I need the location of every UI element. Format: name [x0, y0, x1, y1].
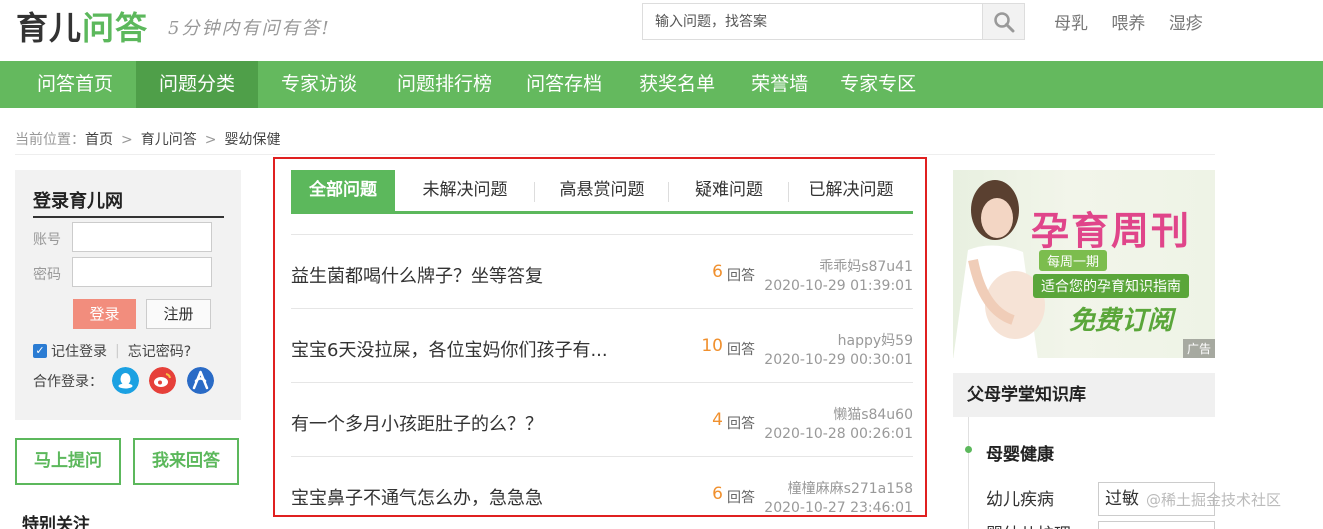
- knowledge-base-title: 父母学堂知识库: [953, 373, 1215, 417]
- logo-part1: 育儿: [16, 9, 83, 47]
- breadcrumb-prefix: 当前位置：: [15, 132, 85, 148]
- renren-login-icon[interactable]: [187, 367, 214, 394]
- login-button[interactable]: 登录: [73, 299, 136, 329]
- question-tabs: 全部问题 未解决问题 高悬赏问题 疑难问题 已解决问题: [291, 170, 913, 214]
- breadcrumb: 当前位置：首页 > 育儿问答 > 婴幼保健: [15, 129, 280, 149]
- question-row: 宝宝6天没拉屎，各位宝妈你们孩子有... 10 回答 happy妈59 2020…: [291, 309, 913, 383]
- question-time: 2020-10-28 00:26:01: [764, 426, 913, 442]
- search-box: [642, 3, 1025, 40]
- ad-title: 孕育周刊: [1031, 208, 1192, 253]
- watermark: @稀土掘金技术社区: [1146, 491, 1282, 509]
- answer-count: 6: [712, 484, 723, 504]
- knowledge-section[interactable]: 母婴健康: [986, 440, 1054, 465]
- question-title[interactable]: 宝宝鼻子不通气怎么办，急急急: [291, 484, 543, 510]
- search-icon: [993, 11, 1014, 32]
- nav-item-home[interactable]: 问答首页: [0, 61, 136, 108]
- password-field[interactable]: [72, 257, 212, 287]
- breadcrumb-current: 婴幼保健: [224, 132, 281, 148]
- ad-cta: 免费订阅: [1069, 306, 1174, 336]
- question-author[interactable]: 懒猫s84u60: [833, 404, 913, 424]
- remember-checkbox[interactable]: ✓: [33, 344, 47, 358]
- nav-item-archive[interactable]: 问答存档: [509, 61, 619, 108]
- ad-line1: 每周一期: [1039, 250, 1108, 271]
- timeline-dot: [965, 446, 972, 453]
- ad-tag: 广告: [1182, 339, 1215, 358]
- question-author[interactable]: happy妈59: [838, 330, 913, 350]
- nav-item-experts[interactable]: 专家专区: [824, 61, 932, 108]
- logo-part2: 问答: [82, 9, 149, 47]
- register-button[interactable]: 注册: [146, 299, 211, 329]
- question-title[interactable]: 有一个多月小孩距肚子的么？？: [291, 410, 543, 436]
- coop-login-label: 合作登录：: [33, 374, 103, 390]
- site-slogan: 5分钟内有问有答!: [168, 18, 331, 39]
- hot-link[interactable]: 母乳: [1054, 14, 1088, 34]
- tab-unresolved[interactable]: 未解决问题: [395, 170, 535, 211]
- hot-link[interactable]: 湿疹: [1169, 14, 1203, 34]
- answer-question-button[interactable]: 我来回答: [133, 438, 239, 485]
- remember-label[interactable]: 记住登录: [51, 341, 107, 361]
- login-panel: 登录育儿网 账号 密码 登录 注册 ✓ 记住登录 | 忘记密码? 合作登录：: [15, 170, 241, 420]
- question-time: 2020-10-27 23:46:01: [764, 500, 913, 516]
- nav-item-categories[interactable]: 问题分类: [136, 61, 259, 108]
- tab-label: 高悬赏问题: [559, 180, 645, 200]
- question-row: 宝宝鼻子不通气怎么办，急急急 6 回答 橦橦麻麻s271a158 2020-10…: [291, 457, 913, 529]
- tab-resolved[interactable]: 已解决问题: [789, 170, 913, 211]
- question-author[interactable]: 乖乖妈s87u41: [819, 256, 913, 276]
- answer-count: 10: [701, 336, 723, 356]
- site-logo[interactable]: 育儿问答: [16, 3, 148, 49]
- question-title[interactable]: 益生菌都喝什么牌子？坐等答复: [291, 262, 543, 288]
- question-time: 2020-10-29 01:39:01: [764, 278, 913, 294]
- nav-item-rankings[interactable]: 问题排行榜: [380, 61, 509, 108]
- divider: |: [115, 343, 120, 359]
- answer-count: 4: [712, 410, 723, 430]
- knowledge-item[interactable]: 婴幼儿护理: [986, 520, 1071, 529]
- tab-high-reward[interactable]: 高悬赏问题: [535, 170, 669, 211]
- answer-count-label: 回答: [727, 342, 755, 358]
- remember-row: ✓ 记住登录 | 忘记密码?: [33, 341, 191, 361]
- pregnant-woman-image: [953, 180, 1045, 358]
- tab-label: 疑难问题: [695, 180, 763, 200]
- weibo-login-icon[interactable]: [149, 367, 176, 394]
- account-field[interactable]: [72, 222, 212, 252]
- nav-item-honor-wall[interactable]: 荣誉墙: [735, 61, 824, 108]
- tab-difficult[interactable]: 疑难问题: [669, 170, 789, 211]
- divider: [15, 154, 1215, 155]
- question-title[interactable]: 宝宝6天没拉屎，各位宝妈你们孩子有...: [291, 336, 608, 362]
- nav-item-interviews[interactable]: 专家访谈: [258, 61, 380, 108]
- question-row: 益生菌都喝什么牌子？坐等答复 6 回答 乖乖妈s87u41 2020-10-29…: [291, 235, 913, 309]
- password-label: 密码: [33, 267, 61, 283]
- ad-line2: 适合您的孕育知识指南: [1033, 274, 1189, 298]
- breadcrumb-home[interactable]: 首页: [85, 132, 113, 148]
- knowledge-item[interactable]: 幼儿疾病: [986, 485, 1054, 510]
- magazine-ad[interactable]: 孕育周刊 每周一期 适合您的孕育知识指南 免费订阅 广告: [953, 170, 1215, 358]
- timeline-line: [968, 417, 969, 529]
- account-label: 账号: [33, 232, 61, 248]
- answer-count: 6: [712, 262, 723, 282]
- breadcrumb-separator: >: [204, 132, 217, 148]
- divider: [33, 216, 224, 218]
- tab-all-questions[interactable]: 全部问题: [291, 170, 395, 211]
- knowledge-tag[interactable]: [1098, 521, 1215, 529]
- answer-count-label: 回答: [727, 490, 755, 506]
- search-button[interactable]: [982, 4, 1024, 39]
- hot-link[interactable]: 喂养: [1111, 14, 1145, 34]
- login-title: 登录育儿网: [33, 191, 123, 212]
- question-row: 有一个多月小孩距肚子的么？？ 4 回答 懒猫s84u60 2020-10-28 …: [291, 383, 913, 457]
- qq-login-icon[interactable]: [112, 367, 139, 394]
- answer-count-label: 回答: [727, 268, 755, 284]
- nav-item-winners[interactable]: 获奖名单: [619, 61, 735, 108]
- breadcrumb-qa[interactable]: 育儿问答: [141, 132, 197, 148]
- tab-label: 未解决问题: [422, 180, 508, 200]
- search-input[interactable]: [643, 4, 982, 39]
- breadcrumb-separator: >: [121, 132, 133, 148]
- main-nav: 问答首页 问题分类 专家访谈 问题排行榜 问答存档 获奖名单 荣誉墙 专家专区: [0, 61, 1323, 108]
- forgot-password-link[interactable]: 忘记密码?: [128, 341, 191, 361]
- hot-links: 母乳 喂养 湿疹: [1054, 9, 1221, 34]
- answer-count-label: 回答: [727, 416, 755, 432]
- question-time: 2020-10-29 00:30:01: [764, 352, 913, 368]
- special-attention-title: 特别关注: [22, 515, 90, 529]
- question-author[interactable]: 橦橦麻麻s271a158: [788, 478, 913, 498]
- ask-question-button[interactable]: 马上提问: [15, 438, 121, 485]
